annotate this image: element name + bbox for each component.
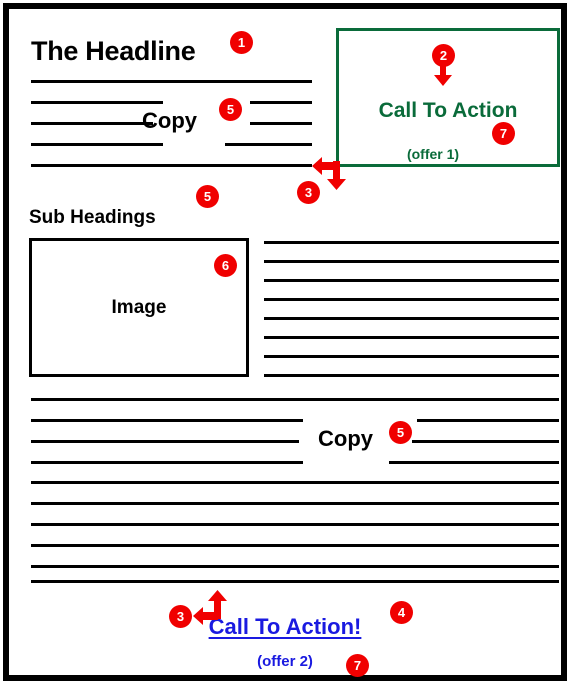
bottom-copy-label: Copy: [318, 426, 373, 451]
marker-sub-headings: 5: [196, 185, 219, 208]
bottom-copy-rule-left-2: [31, 440, 299, 443]
secondary-cta-offer: (offer 2): [257, 653, 313, 670]
right-col-rule-1: [264, 241, 559, 244]
marker-below-fold: 3: [169, 605, 192, 628]
copy-rule-top-full-1: [31, 80, 312, 83]
right-col-rule-7: [264, 355, 559, 358]
marker-secondary-cta-title: 4: [390, 601, 413, 624]
marker-image: 6: [214, 254, 237, 277]
top-copy-label: Copy: [142, 108, 197, 133]
primary-cta-title: Call To Action: [378, 99, 518, 122]
primary-cta-offer: (offer 1): [406, 146, 460, 162]
bottom-rule-3: [31, 523, 559, 526]
sub-headings-label: Sub Headings: [29, 207, 156, 228]
bottom-copy-rule-right-3: [389, 461, 559, 464]
marker-bottom-copy: 5: [389, 421, 412, 444]
wireframe-canvas: The Headline 1 Copy 5 Call To Action (of…: [0, 0, 570, 684]
copy-rule-top-full-2: [31, 164, 312, 167]
bottom-copy-rule-right-2: [412, 440, 559, 443]
marker-headline: 1: [230, 31, 253, 54]
bottom-rule-1: [31, 481, 559, 484]
bottom-rule-5: [31, 565, 559, 568]
bottom-copy-rule-left-1: [31, 419, 303, 422]
bottom-rule-2: [31, 502, 559, 505]
bottom-copy-rule-right-1: [417, 419, 559, 422]
marker-above-fold: 3: [297, 181, 320, 204]
right-col-rule-3: [264, 279, 559, 282]
arrow-up-below-fold: [208, 589, 228, 624]
copy-rule-top-left-1: [31, 101, 163, 104]
right-col-rule-2: [264, 260, 559, 263]
marker-primary-cta-title: 2: [432, 44, 455, 67]
page-headline: The Headline: [31, 36, 196, 66]
marker-top-copy: 5: [219, 98, 242, 121]
bottom-copy-rule-left-3: [31, 461, 303, 464]
bottom-rule-6: [31, 580, 559, 583]
marker-secondary-cta-offer: 7: [346, 654, 369, 677]
copy-rule-top-left-2: [31, 122, 153, 125]
copy-rule-top-right-3: [225, 143, 312, 146]
bottom-rule-4: [31, 544, 559, 547]
arrow-down-above-fold: [327, 161, 347, 196]
copy-rule-top-left-3: [31, 143, 163, 146]
secondary-cta-link[interactable]: Call To Action!: [9, 614, 561, 640]
right-col-rule-8: [264, 374, 559, 377]
right-col-rule-5: [264, 317, 559, 320]
page-frame: The Headline 1 Copy 5 Call To Action (of…: [3, 3, 567, 681]
copy-rule-top-right-1: [250, 101, 312, 104]
bottom-copy-rule-full-1: [31, 398, 559, 401]
image-placeholder-label: Image: [111, 296, 167, 318]
right-col-rule-6: [264, 336, 559, 339]
right-col-rule-4: [264, 298, 559, 301]
marker-primary-cta-offer: 7: [492, 122, 515, 145]
copy-rule-top-right-2: [250, 122, 312, 125]
